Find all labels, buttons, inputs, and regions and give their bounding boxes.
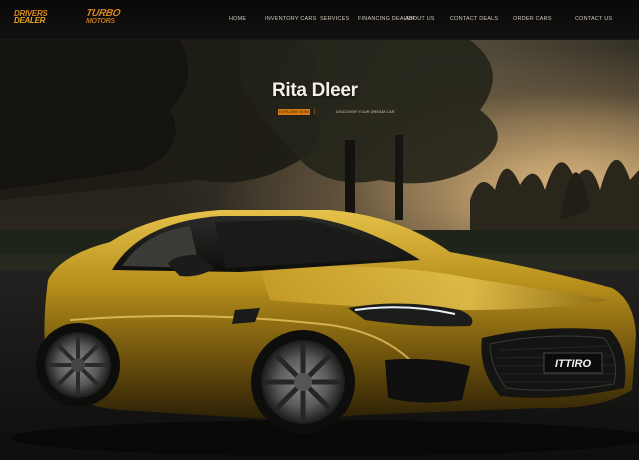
license-plate-text: ITTIRO — [555, 358, 591, 370]
hero-title: Rita Dleer — [272, 80, 358, 101]
nav-item-order-cars[interactable]: ORDER CARS — [513, 16, 552, 22]
nav-item-home[interactable]: HOME — [229, 16, 246, 22]
nav-item-services[interactable]: SERVICES — [320, 16, 349, 22]
nav-item-inventory[interactable]: INVENTORY CARS — [265, 16, 316, 22]
top-navigation-bar: DRIVERS DEALER TURBO MOTORS HOME INVENTO… — [0, 0, 639, 40]
explore-badge[interactable]: EXPLORE NOW — [278, 109, 310, 115]
main-nav: HOME INVENTORY CARS SERVICES FINANCING D… — [0, 16, 639, 26]
nav-item-contact-us[interactable]: CONTACT US — [575, 16, 612, 22]
hero-section: Rita Dleer EXPLORE NOW | DISCOVER YOUR D… — [0, 40, 639, 460]
nav-item-contact-deals[interactable]: CONTACT DEALS — [450, 16, 498, 22]
nav-item-about[interactable]: ABOUT US — [405, 16, 435, 22]
subline-separator: | — [314, 109, 316, 115]
hero-tagline: DISCOVER YOUR DREAM CAR — [336, 109, 395, 114]
sports-car-image: ITTIRO — [10, 210, 639, 456]
